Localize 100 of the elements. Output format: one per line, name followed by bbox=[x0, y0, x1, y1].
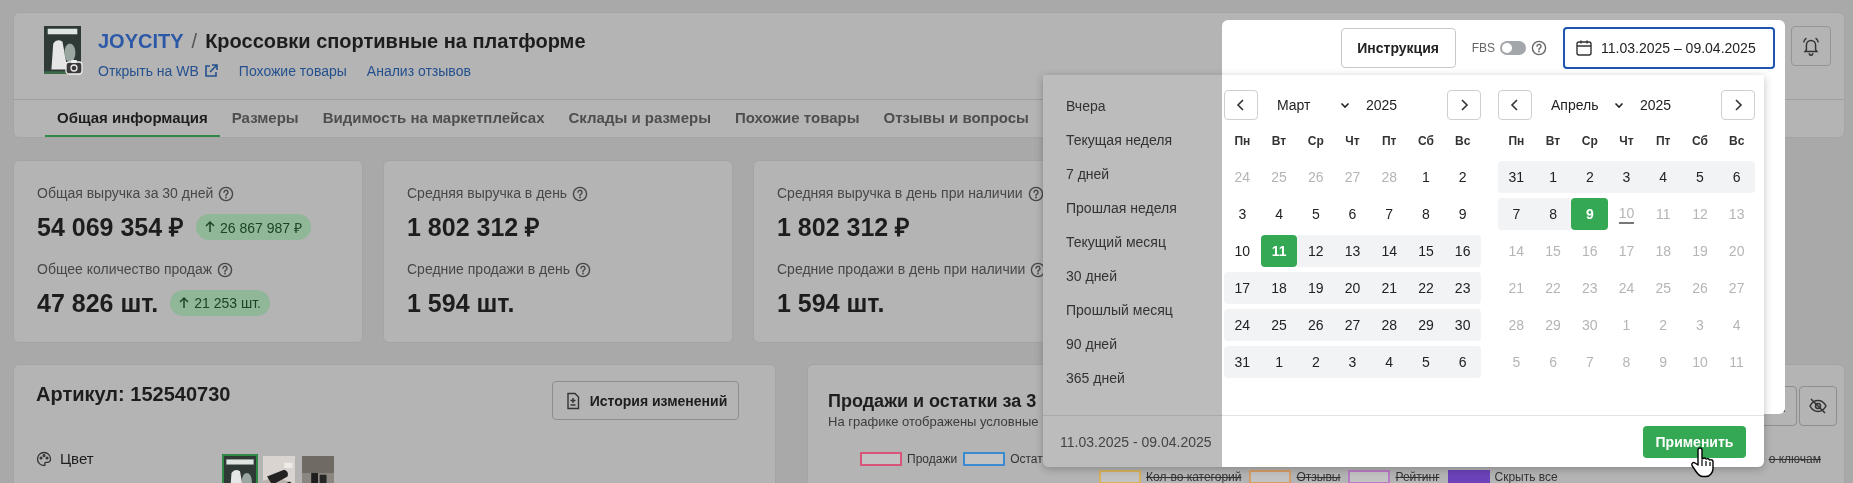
weekday-label: Вс bbox=[1453, 134, 1472, 148]
month-select[interactable]: Апрель bbox=[1532, 97, 1632, 113]
calendar-day[interactable]: 30 bbox=[1444, 309, 1481, 341]
calendar-day[interactable]: 5 bbox=[1297, 198, 1335, 230]
month-select[interactable]: Март bbox=[1258, 97, 1358, 113]
legend-label[interactable]: Кол-во категорий bbox=[1146, 470, 1242, 483]
notification-button[interactable] bbox=[1791, 26, 1831, 66]
calendar-day[interactable]: 20 bbox=[1334, 272, 1371, 304]
calendar-day[interactable]: 22 bbox=[1407, 272, 1445, 304]
preset-option[interactable]: Вчера bbox=[1066, 89, 1222, 123]
calendar-day[interactable]: 2 bbox=[1444, 161, 1481, 193]
calendar-day[interactable]: 6 bbox=[1444, 346, 1481, 378]
calendar-day[interactable]: 3 bbox=[1608, 161, 1645, 193]
preset-option[interactable]: 7 дней bbox=[1066, 157, 1222, 191]
preset-option[interactable]: 30 дней bbox=[1066, 259, 1222, 293]
calendar-day[interactable]: 29 bbox=[1407, 309, 1445, 341]
calendar-day[interactable]: 17 bbox=[1224, 272, 1261, 304]
calendar-day[interactable]: 5 bbox=[1407, 346, 1445, 378]
calendar-day[interactable]: 8 bbox=[1407, 198, 1445, 230]
calendar-day[interactable]: 1 bbox=[1260, 346, 1298, 378]
calendar-day[interactable]: 1 bbox=[1407, 161, 1445, 193]
tab[interactable]: Общая информация bbox=[45, 100, 220, 137]
tab[interactable]: Отзывы и вопросы bbox=[871, 100, 1041, 137]
calendar-day[interactable]: 16 bbox=[1444, 235, 1481, 267]
tab[interactable]: Склады и размеры bbox=[556, 100, 723, 137]
legend-label[interactable]: Продажи bbox=[907, 452, 958, 466]
calendar-day[interactable]: 7 bbox=[1370, 198, 1408, 230]
preset-option[interactable]: Прошлая неделя bbox=[1066, 191, 1222, 225]
calendar-day[interactable]: 23 bbox=[1444, 272, 1481, 304]
weekday-label: Вт bbox=[1270, 134, 1288, 148]
product-link[interactable]: Открыть на WB bbox=[98, 62, 219, 80]
calendar-day[interactable]: 6 bbox=[1334, 198, 1371, 230]
calendar-day[interactable]: 10 bbox=[1224, 235, 1261, 267]
calendar-day[interactable]: 7 bbox=[1498, 198, 1535, 230]
calendar-day[interactable]: 31 bbox=[1498, 161, 1535, 193]
calendar-day[interactable]: 18 bbox=[1260, 272, 1298, 304]
fbs-toggle[interactable] bbox=[1500, 41, 1526, 55]
calendar-day[interactable]: 24 bbox=[1224, 309, 1261, 341]
calendar-day[interactable]: 13 bbox=[1334, 235, 1371, 267]
year-select[interactable]: 2025 bbox=[1640, 97, 1672, 113]
year-select[interactable]: 2025 bbox=[1366, 97, 1398, 113]
help-icon[interactable] bbox=[218, 185, 235, 202]
calendar-day[interactable]: 4 bbox=[1370, 346, 1408, 378]
tab[interactable]: Видимость на маркетплейсах bbox=[310, 100, 557, 137]
calendar-day[interactable]: 12 bbox=[1297, 235, 1335, 267]
product-link[interactable]: Анализ отзывов bbox=[366, 62, 471, 80]
legend-label[interactable]: Остат bbox=[1010, 452, 1043, 466]
hide-button[interactable] bbox=[1799, 386, 1837, 426]
tab[interactable]: Размеры bbox=[219, 100, 311, 137]
camera-icon[interactable] bbox=[65, 59, 83, 75]
preset-option[interactable]: Текущая неделя bbox=[1066, 123, 1222, 157]
calendar-day[interactable]: 28 bbox=[1370, 309, 1408, 341]
date-range-field[interactable]: 11.03.2025 – 09.04.2025 bbox=[1563, 27, 1775, 69]
change-badge: 26 867 987 ₽ bbox=[196, 214, 312, 240]
stat-label: Общее количество продаж bbox=[37, 261, 213, 278]
next-month-button[interactable] bbox=[1447, 90, 1481, 120]
weekday-label: Пн bbox=[1507, 134, 1526, 148]
weekday-label: Сб bbox=[1416, 134, 1435, 148]
calendar-day[interactable]: 19 bbox=[1297, 272, 1335, 304]
tab[interactable]: Похожие товары bbox=[723, 100, 872, 137]
calendar-day[interactable]: 1 bbox=[1534, 161, 1572, 193]
calendar-day[interactable]: 6 bbox=[1718, 161, 1755, 193]
legend-label[interactable]: о ключам bbox=[1768, 452, 1821, 466]
help-icon[interactable] bbox=[574, 261, 591, 278]
article-title: Артикул: 152540730 bbox=[36, 382, 231, 406]
help-icon[interactable] bbox=[1531, 40, 1547, 56]
calendar-day[interactable]: 9 bbox=[1444, 198, 1481, 230]
preset-option[interactable]: Текущий месяц bbox=[1066, 225, 1222, 259]
product-link[interactable]: Похожие товары bbox=[238, 62, 347, 80]
help-icon[interactable] bbox=[1027, 185, 1044, 202]
previous-month-button[interactable] bbox=[1498, 90, 1532, 120]
next-month-button[interactable] bbox=[1721, 90, 1755, 120]
calendar-day[interactable]: 4 bbox=[1644, 161, 1682, 193]
help-icon[interactable] bbox=[572, 185, 589, 202]
help-icon[interactable] bbox=[217, 261, 234, 278]
calendar-day[interactable]: 5 bbox=[1681, 161, 1719, 193]
preset-option[interactable]: 365 дней bbox=[1066, 361, 1222, 395]
weekday-label: Ср bbox=[1306, 134, 1325, 148]
calendar-day[interactable]: 15 bbox=[1407, 235, 1445, 267]
weekday-label: Сб bbox=[1690, 134, 1709, 148]
calendar-day[interactable]: 3 bbox=[1224, 198, 1261, 230]
calendar-day[interactable]: 14 bbox=[1370, 235, 1408, 267]
preset-option[interactable]: 90 дней bbox=[1066, 327, 1222, 361]
legend-label[interactable]: Рейтинг bbox=[1395, 470, 1440, 483]
calendar-day[interactable]: 4 bbox=[1260, 198, 1298, 230]
history-button[interactable]: История изменений bbox=[552, 381, 739, 420]
calendar-day[interactable]: 26 bbox=[1297, 309, 1335, 341]
instruction-button[interactable]: Инструкция bbox=[1340, 28, 1456, 68]
legend-label[interactable]: Отзывы bbox=[1296, 470, 1341, 483]
calendar-day[interactable]: 31 bbox=[1224, 346, 1261, 378]
calendar-day[interactable]: 2 bbox=[1571, 161, 1609, 193]
calendar-day[interactable]: 21 bbox=[1370, 272, 1408, 304]
previous-month-button[interactable] bbox=[1224, 90, 1258, 120]
preset-option[interactable]: Прошлый месяц bbox=[1066, 293, 1222, 327]
legend-label[interactable]: Скрыть все bbox=[1494, 470, 1558, 483]
calendar-day[interactable]: 2 bbox=[1297, 346, 1335, 378]
calendar-day[interactable]: 3 bbox=[1334, 346, 1371, 378]
calendar-day[interactable]: 25 bbox=[1260, 309, 1298, 341]
calendar-day[interactable]: 8 bbox=[1534, 198, 1572, 230]
calendar-day[interactable]: 27 bbox=[1334, 309, 1371, 341]
